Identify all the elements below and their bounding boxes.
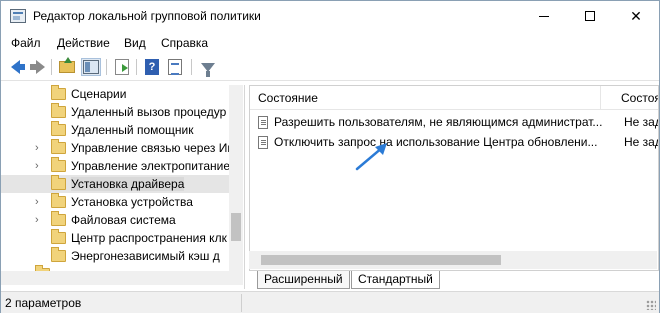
tree-item-label: Энергонезависимый кэш д — [71, 249, 220, 263]
title-bar: Редактор локальной групповой политики ✕ — [1, 1, 659, 31]
tree-item[interactable]: Энергонезависимый кэш д — [1, 247, 229, 265]
toolbar: ? — [1, 53, 659, 81]
chevron-right-icon[interactable]: › — [35, 143, 45, 154]
setting-name: Отключить запрос на использование Центра… — [274, 135, 598, 149]
toolbar-separator — [106, 59, 107, 75]
menu-action[interactable]: Действие — [57, 36, 110, 50]
properties-icon — [168, 59, 182, 75]
tree-item-label: Установка устройства — [71, 195, 193, 209]
tree-item[interactable]: › Управление электропитание — [1, 157, 231, 175]
toolbar-separator — [136, 59, 137, 75]
menu-view[interactable]: Вид — [124, 36, 146, 50]
tree-item[interactable]: › Файловая система — [1, 211, 229, 229]
tab-extended[interactable]: Расширенный — [257, 271, 350, 289]
policy-setting-icon — [258, 136, 268, 149]
filter-icon — [201, 62, 215, 77]
folder-icon — [51, 247, 66, 262]
tree-item-label: Установка драйвера — [71, 177, 185, 191]
scroll-corner — [229, 271, 243, 285]
column-header-state[interactable]: Состояние — [250, 86, 602, 110]
tab-standard[interactable]: Стандартный — [351, 271, 440, 289]
list-item[interactable]: Разрешить пользователям, не являющимся а… — [250, 112, 658, 132]
setting-name: Разрешить пользователям, не являющимся а… — [274, 115, 603, 129]
list-scroll-thumb[interactable] — [261, 255, 501, 265]
gpedit-app-icon — [10, 9, 26, 23]
chevron-right-icon[interactable]: › — [35, 215, 45, 226]
show-hide-tree-button[interactable] — [81, 58, 101, 76]
export-list-button[interactable] — [112, 58, 132, 76]
tree-item[interactable]: Центр распространения клк — [1, 229, 229, 247]
help-icon: ? — [145, 59, 159, 75]
chevron-right-icon[interactable]: › — [35, 197, 45, 208]
close-button[interactable]: ✕ — [613, 1, 659, 31]
tree-item[interactable]: Сценарии — [1, 85, 229, 103]
maximize-button[interactable] — [567, 1, 613, 31]
window-title: Редактор локальной групповой политики — [33, 9, 261, 23]
tree-item-label: Сценарии — [71, 87, 127, 101]
tree-item[interactable]: Удаленный помощник — [1, 121, 229, 139]
toolbar-separator — [51, 59, 52, 75]
minimize-icon — [539, 15, 549, 17]
tree-item[interactable]: Установка драйвера — [1, 175, 229, 193]
status-text: 2 параметров — [5, 296, 82, 310]
close-icon: ✕ — [630, 7, 642, 24]
up-folder-icon — [59, 57, 75, 73]
back-icon — [10, 60, 25, 74]
tree-item-label: Файловая система — [71, 213, 176, 227]
setting-state: Не зад — [624, 115, 659, 129]
list-horizontal-scrollbar[interactable] — [249, 251, 657, 269]
resize-grip-icon[interactable] — [646, 300, 656, 310]
folder-icon — [51, 139, 66, 154]
tree-item-label: Управление электропитание — [71, 159, 231, 173]
folder-icon — [51, 157, 66, 172]
status-bar: 2 параметров — [1, 291, 659, 313]
folder-icon — [51, 175, 66, 190]
menu-file[interactable]: Файл — [11, 36, 41, 50]
status-separator — [241, 294, 242, 312]
chevron-right-icon[interactable]: › — [35, 161, 45, 172]
menu-bar: Файл Действие Вид Справка — [1, 31, 659, 53]
tree-item-label: Управление связью через Инт — [71, 141, 240, 155]
tree-vertical-scrollbar[interactable] — [229, 85, 243, 271]
list-item[interactable]: Отключить запрос на использование Центра… — [250, 132, 658, 152]
properties-button[interactable] — [165, 58, 185, 76]
back-button[interactable] — [5, 58, 25, 76]
tree-item-label: Удаленный помощник — [71, 123, 194, 137]
maximize-icon — [585, 11, 595, 21]
setting-state: Не зад — [624, 135, 659, 149]
gpedit-window: Редактор локальной групповой политики ✕ … — [0, 0, 660, 313]
folder-icon — [51, 103, 66, 118]
column-header-state-2[interactable]: Состоя — [601, 86, 658, 110]
tree-item-label: Удаленный вызов процедур — [71, 105, 227, 119]
filter-button[interactable] — [198, 58, 218, 77]
forward-icon — [29, 60, 45, 74]
tree-item[interactable]: › Установка устройства — [1, 193, 229, 211]
folder-icon — [51, 121, 66, 136]
tree-horizontal-scrollbar[interactable] — [1, 271, 229, 285]
tree-item[interactable]: › Управление связью через Инт — [1, 139, 239, 157]
export-list-icon — [115, 59, 129, 75]
tree-item[interactable]: Удаленный вызов процедур — [1, 103, 229, 121]
folder-icon — [51, 85, 66, 100]
minimize-button[interactable] — [521, 1, 567, 31]
toolbar-separator — [191, 59, 192, 75]
up-folder-button[interactable] — [57, 57, 77, 76]
help-button[interactable]: ? — [142, 58, 162, 76]
show-hide-tree-icon — [83, 60, 99, 74]
folder-icon — [51, 211, 66, 226]
view-tabs: Расширенный Стандартный — [249, 271, 659, 289]
policy-setting-icon — [258, 116, 268, 129]
annotation-arrow-icon — [355, 143, 387, 171]
tree-item-label: Центр распространения клк — [71, 231, 227, 245]
folder-icon — [51, 193, 66, 208]
folder-icon — [51, 229, 66, 244]
settings-list: Состояние Состоя Разрешить пользователям… — [249, 85, 659, 271]
tree-scroll-thumb[interactable] — [231, 213, 241, 241]
menu-help[interactable]: Справка — [161, 36, 208, 50]
forward-button[interactable] — [27, 58, 47, 76]
tree-pane: Сценарии Удаленный вызов процедур Удаленны… — [1, 85, 245, 289]
